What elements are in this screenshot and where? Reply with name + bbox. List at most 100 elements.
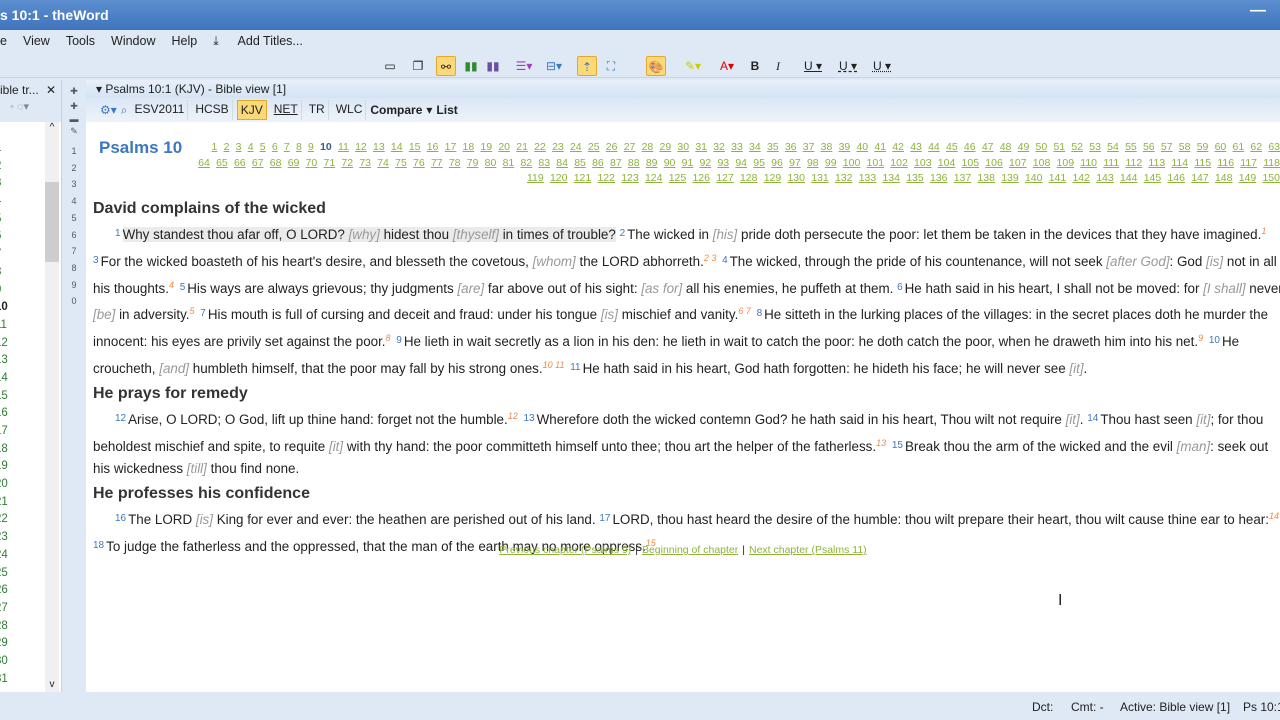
verse-number[interactable]: 7 [200,308,206,319]
chapter-item[interactable]: 6 [0,230,46,248]
chapter-link[interactable]: 141 [1049,172,1067,184]
verse-number[interactable]: 13 [523,413,534,424]
chapter-link[interactable]: 70 [306,157,318,169]
chapter-item[interactable]: 26 [0,584,46,602]
chapter-item[interactable]: 30 [0,655,46,673]
chapter-link[interactable]: 86 [592,157,604,169]
chapter-link[interactable]: 81 [503,157,515,169]
chapter-link[interactable]: 93 [717,157,729,169]
chapter-link[interactable]: 34 [749,141,761,153]
chapter-link[interactable]: 42 [892,141,904,153]
chapter-item[interactable]: 23 [0,531,46,549]
underline-icon[interactable]: U ▾ [798,56,828,76]
palette-icon[interactable]: 🎨 [646,56,666,76]
chapter-link[interactable]: 64 [198,157,210,169]
chapter-link[interactable]: 99 [825,157,837,169]
chapter-link[interactable]: 146 [1167,172,1185,184]
chapter-link[interactable]: 140 [1025,172,1043,184]
chapter-link[interactable]: 147 [1191,172,1209,184]
chapter-link[interactable]: 135 [906,172,924,184]
previous-chapter-link[interactable]: Previous chapter (Psalms 9) [499,544,631,556]
chapter-link[interactable]: 44 [928,141,940,153]
chapter-item[interactable]: 9 [0,284,46,302]
chapter-link[interactable]: 51 [1053,141,1065,153]
chapter-link[interactable]: 14 [391,141,403,153]
menu-view[interactable]: View [23,34,50,48]
chapter-link[interactable]: 73 [359,157,371,169]
chapter-link[interactable]: 79 [467,157,479,169]
chapter-link[interactable]: 131 [811,172,829,184]
chapter-link[interactable]: 103 [914,157,932,169]
chapter-link[interactable]: 111 [1103,157,1119,169]
chapter-link[interactable]: 98 [807,157,819,169]
bookmark-number[interactable]: 7 [63,243,85,260]
verse-number[interactable]: 15 [892,440,903,451]
footnote-marker[interactable]: 14 [1269,511,1279,521]
chapter-link[interactable]: 26 [606,141,618,153]
chapter-link[interactable]: 137 [954,172,972,184]
chapter-link[interactable]: 116 [1217,157,1234,169]
chapter-link[interactable]: 13 [373,141,385,153]
verse-number[interactable]: 4 [722,255,728,266]
chapter-link[interactable]: 12 [355,141,367,153]
fullscreen-icon[interactable]: ⛶ [601,56,621,76]
chapter-link[interactable]: 149 [1239,172,1257,184]
chapter-link[interactable]: 33 [731,141,743,153]
chapter-link[interactable]: 108 [1033,157,1051,169]
chapter-link[interactable]: 54 [1107,141,1119,153]
footnote-marker[interactable]: 6 7 [738,306,751,316]
chapter-link[interactable]: 148 [1215,172,1233,184]
footnote-marker[interactable]: 8 [386,333,391,343]
chapter-link[interactable]: 9 [308,141,314,153]
footnote-marker[interactable]: 12 [508,411,518,421]
chapter-link[interactable]: 107 [1009,157,1027,169]
chapter-link[interactable]: 72 [341,157,353,169]
chapter-link[interactable]: 31 [695,141,707,153]
chapter-link[interactable]: 3 [236,141,242,153]
footnote-marker[interactable]: 10 11 [543,360,565,370]
chapter-link[interactable]: 62 [1250,141,1262,153]
bookmark-number[interactable]: 6 [63,227,85,244]
chapter-item[interactable]: 13 [0,354,46,372]
copy-icon[interactable]: ❐ [408,56,428,76]
chapter-link[interactable]: 83 [538,157,550,169]
chapter-link[interactable]: 27 [624,141,636,153]
chapter-link[interactable]: 7 [284,141,290,153]
menu-window[interactable]: Window [111,34,155,48]
chapter-item[interactable]: 2 [0,160,46,178]
verse-number[interactable]: 17 [599,513,610,524]
chapter-link[interactable]: 15 [409,141,421,153]
chapter-link[interactable]: 95 [753,157,765,169]
verse-number[interactable]: 9 [396,335,402,346]
minimize-button[interactable]: — [1250,2,1266,20]
chapter-link[interactable]: 52 [1071,141,1083,153]
chapter-link[interactable]: 75 [395,157,407,169]
chapter-link[interactable]: 132 [835,172,853,184]
scroll-down-icon[interactable]: v [45,679,59,690]
chapter-link[interactable]: 55 [1125,141,1137,153]
chapter-link[interactable]: 85 [574,157,586,169]
menu-tools[interactable]: Tools [66,34,95,48]
list-button[interactable]: List [436,103,457,117]
chapter-link[interactable]: 8 [296,141,302,153]
chapter-link[interactable]: 53 [1089,141,1101,153]
chapter-item[interactable]: 4 [0,195,46,213]
chapter-link[interactable]: 143 [1096,172,1114,184]
module-menu-icon[interactable]: ⚙▾ [100,103,117,117]
chapter-link[interactable]: 122 [597,172,615,184]
chapter-link[interactable]: 43 [910,141,922,153]
highlighter-icon[interactable]: ✎▾ [678,56,708,76]
chapter-link[interactable]: 39 [839,141,851,153]
chapter-link[interactable]: 67 [252,157,264,169]
underline-dashed-icon[interactable]: U ▾ [833,56,863,76]
chapter-link[interactable]: 25 [588,141,600,153]
chapter-item[interactable]: 11 [0,319,46,337]
chapter-link[interactable]: 18 [463,141,475,153]
chapter-link[interactable]: 130 [787,172,805,184]
chapter-link[interactable]: 60 [1215,141,1227,153]
chapter-item[interactable]: 25 [0,567,46,585]
chapter-item[interactable]: 17 [0,425,46,443]
chapter-link[interactable]: 63 [1268,141,1280,153]
chapter-link[interactable]: 150 [1262,172,1280,184]
font-color-icon[interactable]: A▾ [712,56,742,76]
